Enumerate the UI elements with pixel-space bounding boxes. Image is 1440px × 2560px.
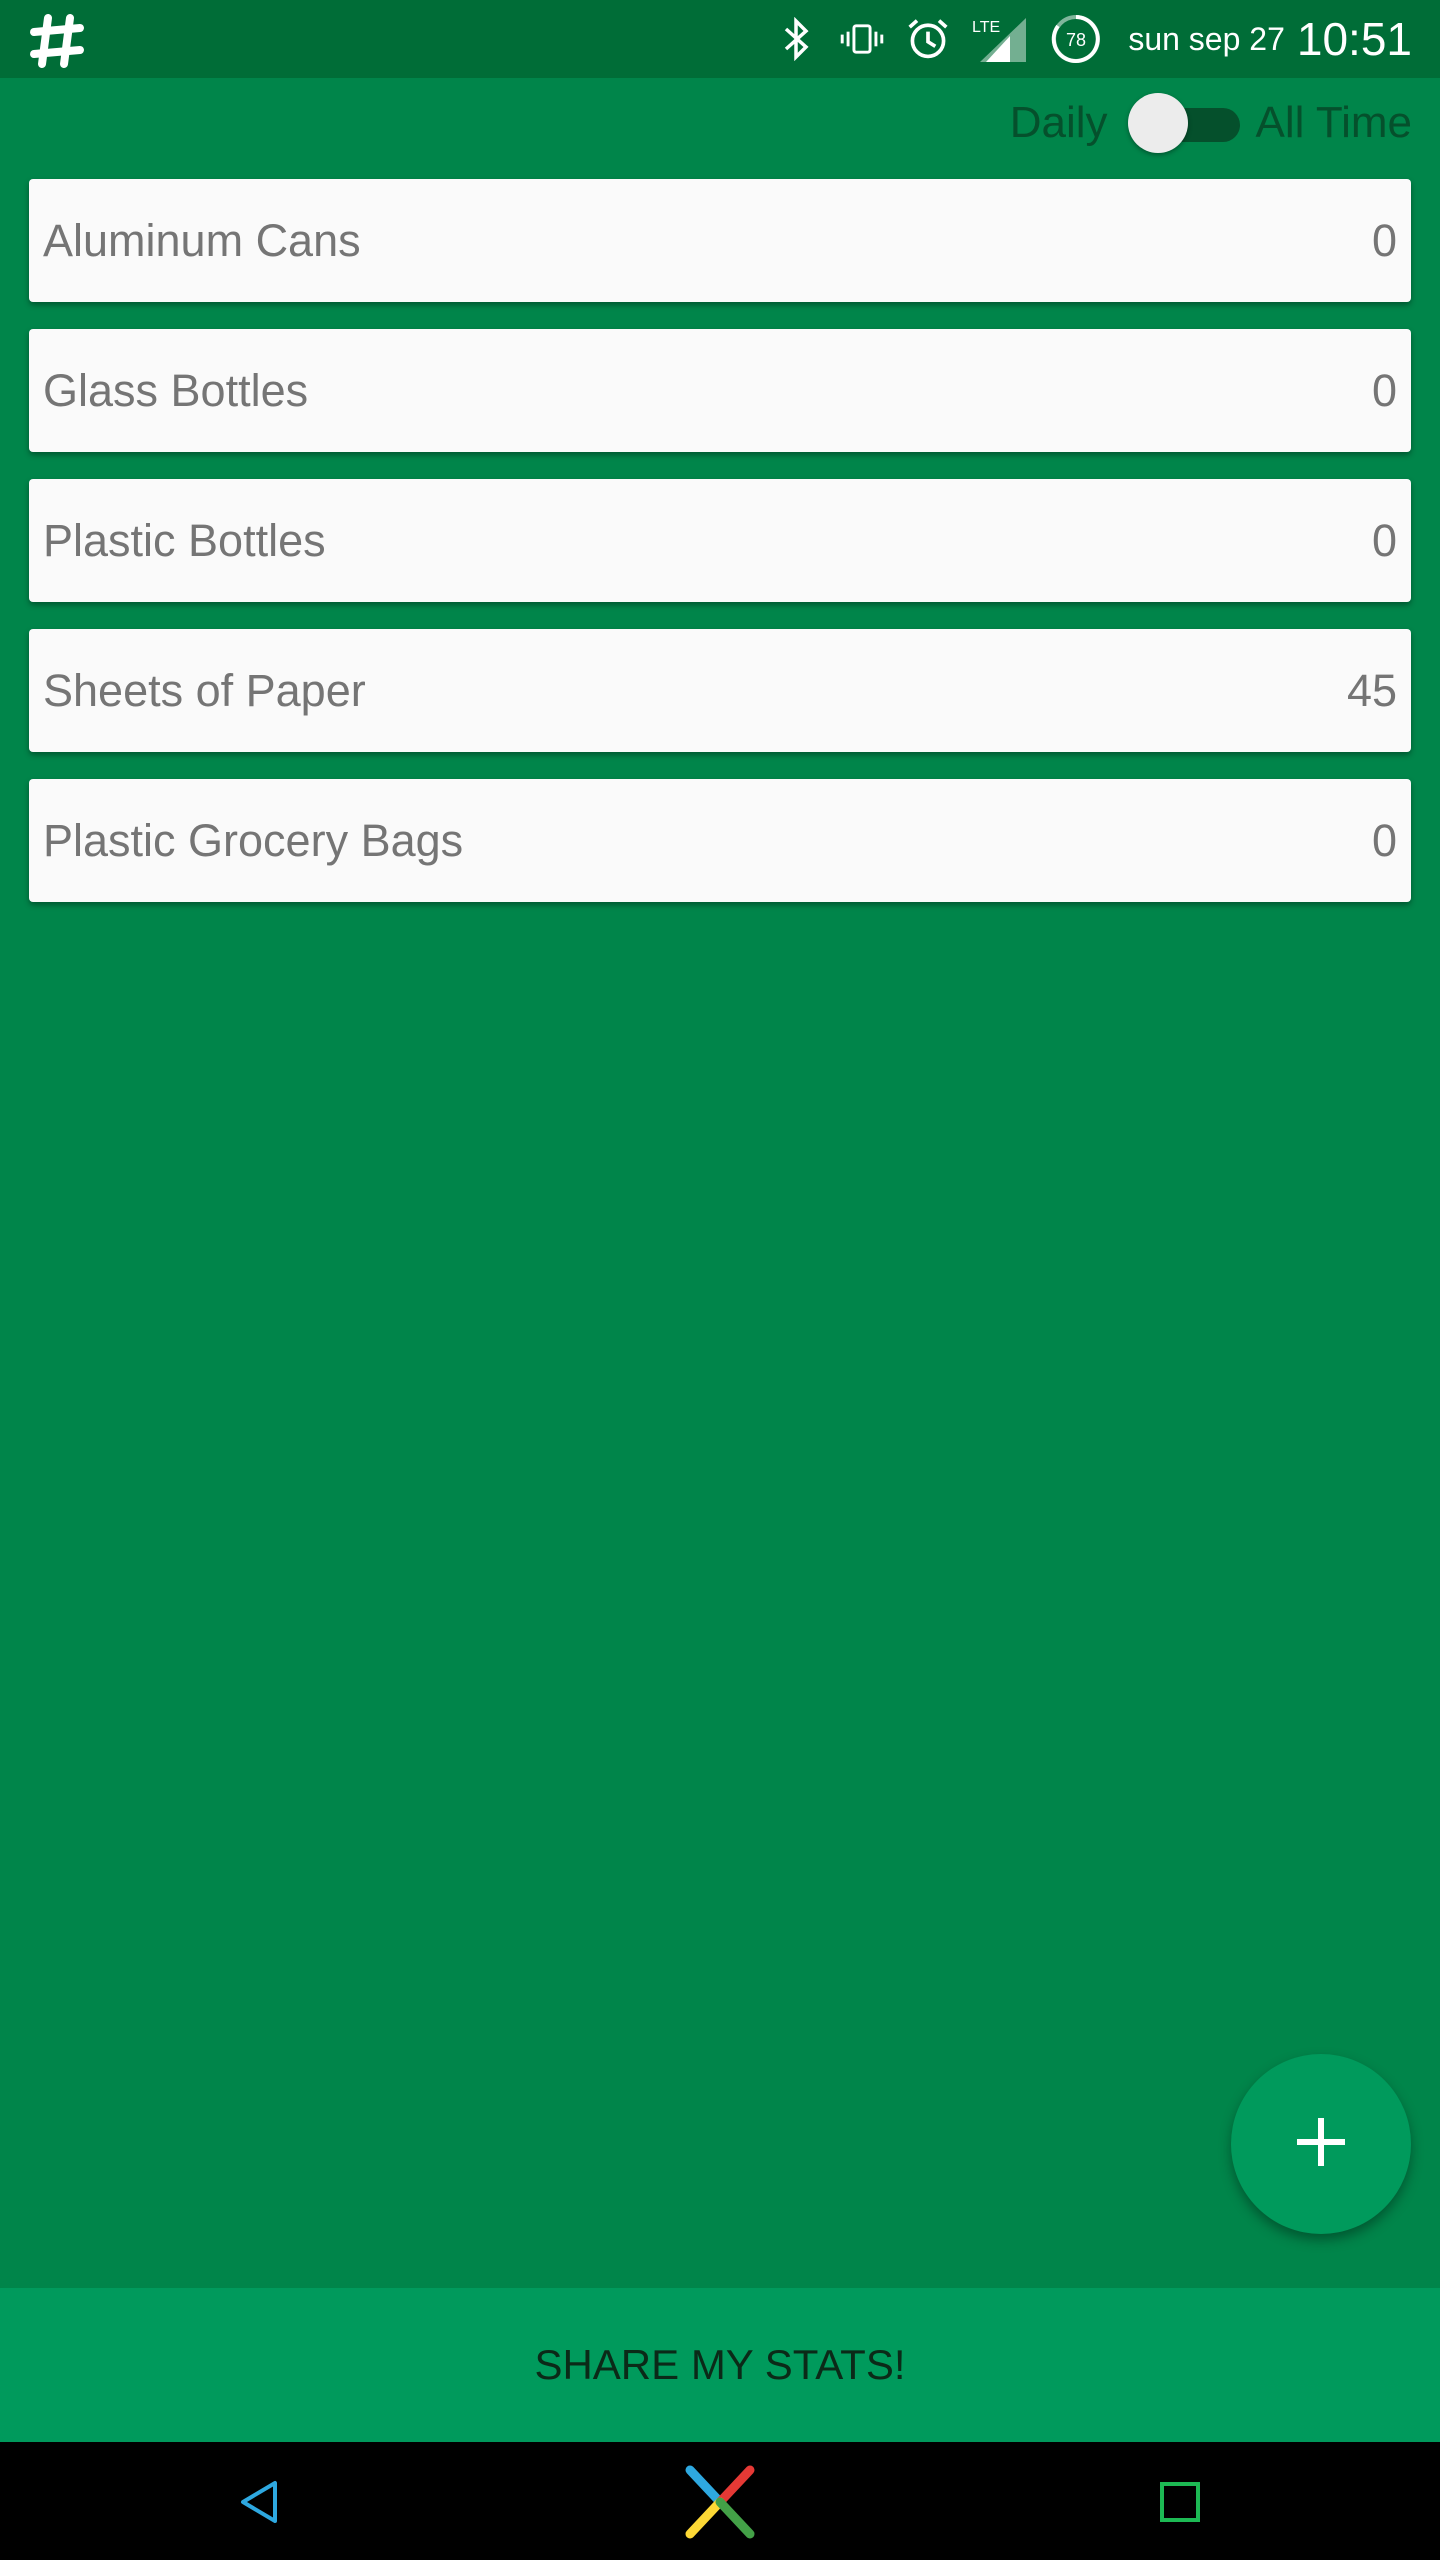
item-name: Aluminum Cans <box>43 214 361 266</box>
add-item-button[interactable] <box>1231 2054 1411 2234</box>
plus-icon <box>1293 2114 1349 2175</box>
list-item[interactable]: Glass Bottles 0 <box>29 329 1411 452</box>
item-count: 0 <box>1371 364 1397 416</box>
item-count: 0 <box>1371 514 1397 566</box>
network-label: LTE <box>972 19 1000 36</box>
toggle-thumb[interactable] <box>1127 93 1188 153</box>
item-count: 0 <box>1371 214 1397 266</box>
item-name: Plastic Grocery Bags <box>43 814 464 866</box>
recycling-list: Aluminum Cans 0 Glass Bottles 0 Plastic … <box>29 179 1411 929</box>
status-icons: LTE 78 sun sep 27 10:51 <box>774 0 1412 78</box>
toggle-label-daily[interactable]: Daily <box>1010 98 1108 148</box>
alarm-icon <box>906 17 950 61</box>
item-name: Plastic Bottles <box>43 514 326 566</box>
item-name: Sheets of Paper <box>43 664 366 716</box>
battery-icon: 78 <box>1050 13 1102 65</box>
battery-level: 78 <box>1066 30 1086 50</box>
vibrate-icon <box>840 17 884 61</box>
toggle-label-all-time[interactable]: All Time <box>1256 98 1412 148</box>
list-item[interactable]: Plastic Bottles 0 <box>29 479 1411 602</box>
item-name: Glass Bottles <box>43 364 309 416</box>
bluetooth-icon <box>774 17 818 61</box>
home-icon[interactable] <box>680 2462 760 2542</box>
list-item[interactable]: Plastic Grocery Bags 0 <box>29 779 1411 902</box>
list-item[interactable]: Aluminum Cans 0 <box>29 179 1411 302</box>
list-item[interactable]: Sheets of Paper 45 <box>29 629 1411 752</box>
share-stats-button[interactable]: SHARE MY STATS! <box>0 2288 1440 2442</box>
range-toggle-switch[interactable] <box>1122 93 1242 153</box>
item-count: 45 <box>1346 664 1397 716</box>
back-icon[interactable] <box>220 2462 300 2542</box>
status-time: 10:51 <box>1296 13 1412 65</box>
navigation-bar <box>0 2442 1440 2560</box>
status-bar: LTE 78 sun sep 27 10:51 <box>0 0 1440 78</box>
range-toggle-row: Daily All Time <box>1010 90 1412 156</box>
lte-signal-icon: LTE <box>972 17 1028 62</box>
slack-hash-icon <box>28 12 86 70</box>
share-stats-label: SHARE MY STATS! <box>534 2341 906 2388</box>
item-count: 0 <box>1371 814 1397 866</box>
recents-icon[interactable] <box>1140 2462 1220 2542</box>
status-date: sun sep 27 <box>1128 20 1285 57</box>
